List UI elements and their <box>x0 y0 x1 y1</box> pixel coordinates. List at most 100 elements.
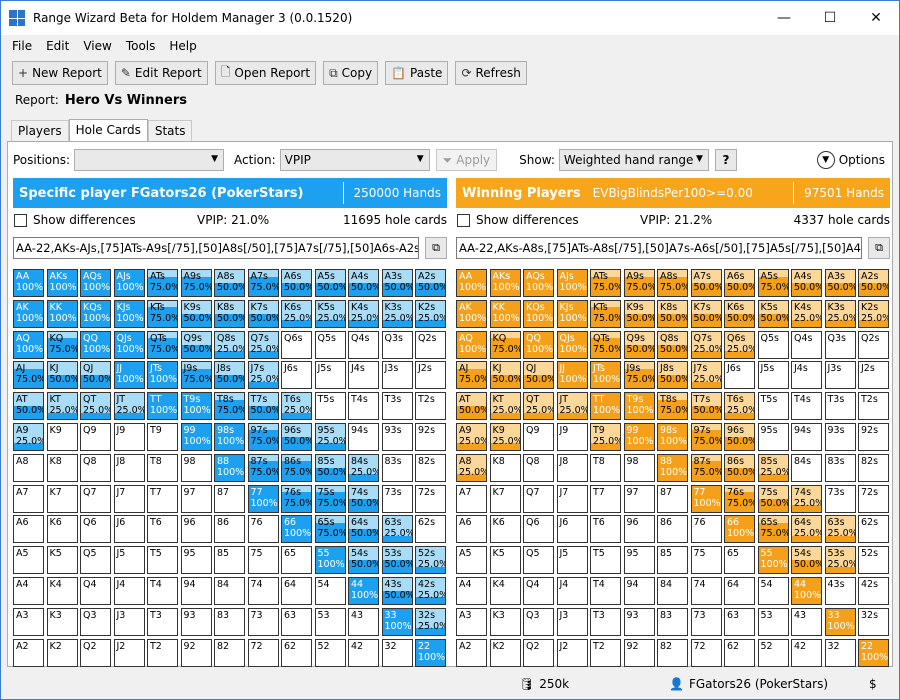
hand-cell[interactable]: A6 <box>13 515 44 544</box>
hand-cell[interactable]: J6s <box>724 361 755 390</box>
hand-cell[interactable]: Q3s <box>381 330 413 359</box>
hand-cell[interactable]: K5s 50.0% <box>757 299 789 328</box>
hand-cell[interactable]: T2s <box>858 392 889 421</box>
hand-cell[interactable]: AJs 100% <box>113 269 145 297</box>
hand-cell[interactable]: Q6 <box>80 515 111 544</box>
hand-cell[interactable]: A6 <box>456 515 487 544</box>
hand-cell[interactable]: 94 <box>180 576 212 605</box>
hand-cell[interactable]: 87 <box>214 484 245 513</box>
positions-select[interactable]: ▼ <box>74 149 225 171</box>
hand-cell[interactable]: A4s 50.0% <box>791 269 822 297</box>
hand-cell[interactable]: AJ 75.0% <box>456 361 487 390</box>
hand-cell[interactable]: T5 <box>147 546 178 575</box>
hand-cell[interactable]: TT 100% <box>590 392 621 421</box>
hand-cell[interactable]: T7 <box>590 484 621 513</box>
hand-cell[interactable]: Q9s 50.0% <box>180 330 212 359</box>
hand-cell[interactable]: 93 <box>623 607 655 636</box>
hand-cell[interactable]: AJs 100% <box>556 269 588 297</box>
hand-cell[interactable]: T2s <box>415 392 446 421</box>
hand-cell[interactable]: KT 25.0% <box>46 392 78 421</box>
hand-cell[interactable]: 66 100% <box>281 515 312 544</box>
hand-cell[interactable]: K9s 50.0% <box>623 299 655 328</box>
hand-cell[interactable]: T3s <box>381 392 413 421</box>
hand-cell[interactable]: 92 <box>623 638 655 667</box>
hand-cell[interactable]: K5 <box>46 546 78 575</box>
show-select[interactable]: Weighted hand range ▼ <box>558 149 709 171</box>
hand-cell[interactable]: AJ 75.0% <box>13 361 44 390</box>
hand-cell[interactable]: AK 100% <box>13 299 44 328</box>
hand-cell[interactable]: T6 <box>590 515 621 544</box>
hand-cell[interactable]: QQ 100% <box>523 330 554 359</box>
tab-stats[interactable]: Stats <box>147 120 193 141</box>
hand-cell[interactable]: KJs 100% <box>556 299 588 328</box>
hand-cell[interactable]: 97s 75.0% <box>247 422 279 451</box>
hand-cell[interactable]: 32s <box>858 607 889 636</box>
hand-cell[interactable]: A9 25.0% <box>456 422 487 451</box>
hand-cell[interactable]: K2s 25.0% <box>858 299 889 328</box>
hand-cell[interactable]: J9 <box>556 422 588 451</box>
hand-cell[interactable]: 65 <box>724 546 755 575</box>
hand-cell[interactable]: Q5 <box>523 546 554 575</box>
hand-cell[interactable]: Q2 <box>80 638 111 667</box>
hand-cell[interactable]: 43s 50.0% <box>381 576 413 605</box>
hand-cell[interactable]: J7 <box>113 484 145 513</box>
hand-cell[interactable]: J6s <box>281 361 312 390</box>
hand-cell[interactable]: T7s 50.0% <box>247 392 279 421</box>
hand-cell[interactable]: A9s 75.0% <box>623 269 655 297</box>
hand-cell[interactable]: 87s 75.0% <box>690 453 722 482</box>
hand-cell[interactable]: A2 <box>456 638 487 667</box>
hand-cell[interactable]: 53 <box>757 607 789 636</box>
hand-cell[interactable]: Q9s 50.0% <box>623 330 655 359</box>
hand-cell[interactable]: K7 <box>489 484 521 513</box>
hand-cell[interactable]: T5s <box>757 392 789 421</box>
hand-cell[interactable]: K7s 50.0% <box>690 299 722 328</box>
paste-button[interactable]: 📋 Paste <box>385 61 449 85</box>
hand-cell[interactable]: 42s 25.0% <box>415 576 446 605</box>
hand-cell[interactable]: Q6s <box>281 330 312 359</box>
hand-cell[interactable]: 97 <box>180 484 212 513</box>
hand-cell[interactable]: 94s <box>791 422 822 451</box>
hand-cell[interactable]: Q5s <box>757 330 789 359</box>
hand-cell[interactable]: 86s 50.0% <box>724 453 755 482</box>
hand-cell[interactable]: J5s <box>314 361 346 390</box>
hand-cell[interactable]: K3 <box>46 607 78 636</box>
hand-cell[interactable]: 83 <box>214 607 245 636</box>
action-select[interactable]: VPIP ▼ <box>279 149 430 171</box>
hand-cell[interactable]: 75 <box>690 546 722 575</box>
hand-cell[interactable]: QJ 50.0% <box>523 361 554 390</box>
hand-cell[interactable]: A8 <box>13 453 44 482</box>
hand-cell[interactable]: QT 25.0% <box>80 392 111 421</box>
hand-cell[interactable]: 42 <box>348 638 379 667</box>
hand-cell[interactable]: 53 <box>314 607 346 636</box>
hand-cell[interactable]: A3 <box>13 607 44 636</box>
right-range-text[interactable]: AA-22,AKs-A8s,[75]ATs-A8s[/75],[50]A7s-A… <box>456 237 862 259</box>
hand-cell[interactable]: Q5 <box>80 546 111 575</box>
hand-cell[interactable]: 84s 25.0% <box>348 453 379 482</box>
hand-cell[interactable]: 92s <box>415 422 446 451</box>
hand-cell[interactable]: 92 <box>180 638 212 667</box>
hand-cell[interactable]: 84 <box>657 576 688 605</box>
hand-cell[interactable]: QTs 75.0% <box>147 330 178 359</box>
hand-cell[interactable]: 82s <box>415 453 446 482</box>
hand-cell[interactable]: A7 <box>13 484 44 513</box>
hand-cell[interactable]: KTs 75.0% <box>147 299 178 328</box>
hand-cell[interactable]: AKs 100% <box>46 269 78 297</box>
hand-cell[interactable]: A7s 75.0% <box>247 269 279 297</box>
hand-cell[interactable]: 85 <box>214 546 245 575</box>
hand-cell[interactable]: Q8 <box>523 453 554 482</box>
hand-cell[interactable]: KK 100% <box>489 299 521 328</box>
hand-cell[interactable]: Q3 <box>80 607 111 636</box>
hand-cell[interactable]: QJ 50.0% <box>80 361 111 390</box>
hand-cell[interactable]: 73s <box>824 484 856 513</box>
hand-cell[interactable]: JTs 100% <box>147 361 178 390</box>
hand-cell[interactable]: AQs 100% <box>80 269 111 297</box>
hand-cell[interactable]: 83 <box>657 607 688 636</box>
hand-cell[interactable]: JT 25.0% <box>556 392 588 421</box>
hand-cell[interactable]: A3s 50.0% <box>381 269 413 297</box>
hand-cell[interactable]: K3 <box>489 607 521 636</box>
hand-cell[interactable]: K9s 50.0% <box>180 299 212 328</box>
hand-cell[interactable]: T7 <box>147 484 178 513</box>
hand-cell[interactable]: Q4 <box>80 576 111 605</box>
menu-view[interactable]: View <box>76 39 118 53</box>
hand-cell[interactable]: A6s 50.0% <box>724 269 755 297</box>
